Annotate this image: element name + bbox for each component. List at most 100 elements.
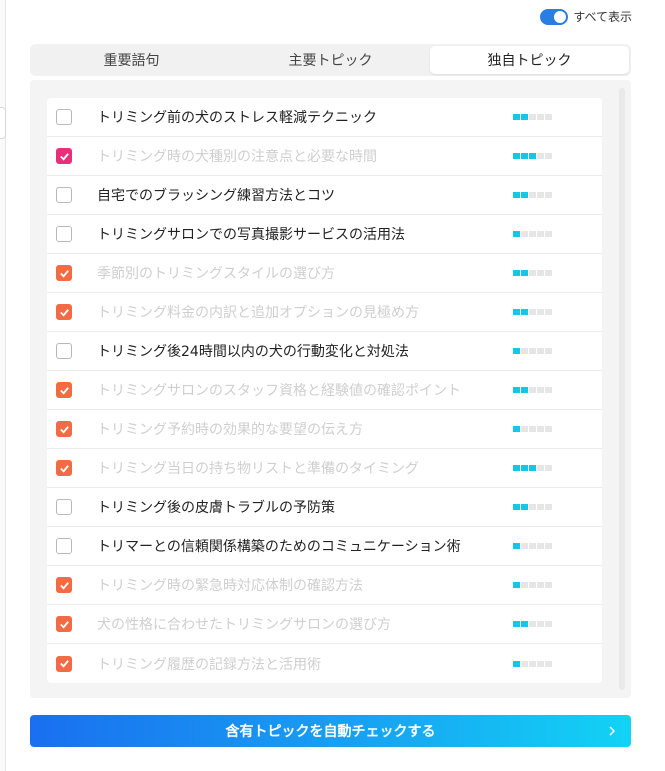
level-segment bbox=[513, 543, 520, 549]
auto-check-button[interactable]: 含有トピックを自動チェックする bbox=[30, 715, 631, 747]
check-icon bbox=[59, 620, 69, 629]
level-segment bbox=[521, 387, 528, 393]
tab-important-terms[interactable]: 重要語句 bbox=[32, 46, 231, 74]
check-icon bbox=[59, 386, 69, 395]
topic-checkbox[interactable] bbox=[56, 148, 72, 164]
level-segment bbox=[521, 465, 528, 471]
level-segment bbox=[521, 153, 528, 159]
level-segment bbox=[537, 387, 544, 393]
level-segment bbox=[521, 582, 528, 588]
tab-main-topics[interactable]: 主要トピック bbox=[231, 46, 430, 74]
topic-row[interactable]: トリミング前の犬のストレス軽減テクニック bbox=[47, 98, 602, 137]
topic-checkbox[interactable] bbox=[56, 226, 72, 242]
tab-unique-topics[interactable]: 独自トピック bbox=[430, 46, 629, 74]
level-segment bbox=[521, 270, 528, 276]
level-segment bbox=[529, 192, 536, 198]
check-icon bbox=[59, 152, 69, 161]
topic-label: トリミング時の緊急時対応体制の確認方法 bbox=[97, 578, 363, 594]
level-segment bbox=[537, 465, 544, 471]
importance-level-indicator bbox=[513, 192, 552, 198]
level-segment bbox=[513, 465, 520, 471]
importance-level-indicator bbox=[513, 153, 552, 159]
level-segment bbox=[529, 660, 536, 667]
show-all-toggle-row[interactable]: すべて表示 bbox=[540, 8, 632, 25]
level-segment bbox=[513, 504, 520, 510]
topic-label: 季節別のトリミングスタイルの選び方 bbox=[97, 266, 335, 282]
topic-row[interactable]: トリミング料金の内訳と追加オプションの見極め方 bbox=[47, 293, 602, 332]
level-segment bbox=[545, 309, 552, 315]
check-icon bbox=[59, 269, 69, 278]
level-segment bbox=[537, 426, 544, 432]
importance-level-indicator bbox=[513, 465, 552, 471]
topic-row[interactable]: トリミング時の緊急時対応体制の確認方法 bbox=[47, 566, 602, 605]
show-all-toggle[interactable] bbox=[540, 8, 569, 25]
topic-list: トリミング前の犬のストレス軽減テクニック トリミング時の犬種別の注意点と必要な時間… bbox=[47, 98, 602, 683]
level-segment bbox=[529, 426, 536, 432]
level-segment bbox=[545, 192, 552, 198]
level-segment bbox=[537, 660, 544, 667]
topic-label: トリミング後の皮膚トラブルの予防策 bbox=[97, 500, 335, 516]
level-segment bbox=[545, 621, 552, 627]
level-segment bbox=[513, 387, 520, 393]
topic-checkbox[interactable] bbox=[56, 187, 72, 203]
topic-row[interactable]: トリミングサロンでの写真撮影サービスの活用法 bbox=[47, 215, 602, 254]
importance-level-indicator bbox=[513, 309, 552, 315]
level-segment bbox=[537, 114, 544, 120]
topic-checkbox[interactable] bbox=[56, 109, 72, 125]
level-segment bbox=[537, 192, 544, 198]
level-segment bbox=[537, 270, 544, 276]
topic-row[interactable]: 自宅でのブラッシング練習方法とコツ bbox=[47, 176, 602, 215]
topic-row[interactable]: トリミング後の皮膚トラブルの予防策 bbox=[47, 488, 602, 527]
topic-row[interactable]: トリミング時の犬種別の注意点と必要な時間 bbox=[47, 137, 602, 176]
topic-row[interactable]: トリミング予約時の効果的な要望の伝え方 bbox=[47, 410, 602, 449]
topic-checkbox[interactable] bbox=[56, 343, 72, 359]
topic-row[interactable]: トリミング当日の持ち物リストと準備のタイミング bbox=[47, 449, 602, 488]
importance-level-indicator bbox=[513, 270, 552, 276]
level-segment bbox=[537, 348, 544, 354]
topic-checkbox[interactable] bbox=[56, 616, 72, 632]
importance-level-indicator bbox=[513, 231, 552, 237]
topic-row[interactable]: トリマーとの信頼関係構築のためのコミュニケーション術 bbox=[47, 527, 602, 566]
scrollbar[interactable] bbox=[619, 88, 625, 690]
topic-row[interactable]: トリミング履歴の記録方法と活用術 bbox=[47, 644, 602, 683]
importance-level-indicator bbox=[513, 387, 552, 393]
level-segment bbox=[537, 582, 544, 588]
importance-level-indicator bbox=[513, 348, 552, 354]
topic-label: 犬の性格に合わせたトリミングサロンの選び方 bbox=[97, 617, 391, 633]
level-segment bbox=[537, 543, 544, 549]
level-segment bbox=[529, 114, 536, 120]
topic-label: トリミング当日の持ち物リストと準備のタイミング bbox=[97, 461, 419, 477]
check-icon bbox=[59, 308, 69, 317]
topic-label: トリミングサロンでの写真撮影サービスの活用法 bbox=[97, 227, 405, 243]
topic-checkbox[interactable] bbox=[56, 304, 72, 320]
level-segment bbox=[513, 426, 520, 432]
level-segment bbox=[545, 387, 552, 393]
topic-row[interactable]: トリミングサロンのスタッフ資格と経験値の確認ポイント bbox=[47, 371, 602, 410]
topic-checkbox[interactable] bbox=[56, 382, 72, 398]
left-panel-handle[interactable] bbox=[0, 107, 6, 139]
topic-checkbox[interactable] bbox=[56, 538, 72, 554]
level-segment bbox=[521, 426, 528, 432]
level-segment bbox=[529, 153, 536, 159]
topic-row[interactable]: トリミング後24時間以内の犬の行動変化と対処法 bbox=[47, 332, 602, 371]
level-segment bbox=[537, 621, 544, 627]
level-segment bbox=[513, 192, 520, 198]
topic-checkbox[interactable] bbox=[56, 577, 72, 593]
topic-checkbox[interactable] bbox=[56, 499, 72, 515]
topic-list-panel: トリミング前の犬のストレス軽減テクニック トリミング時の犬種別の注意点と必要な時間… bbox=[30, 80, 631, 698]
level-segment bbox=[545, 582, 552, 588]
check-icon bbox=[59, 660, 69, 668]
topic-checkbox[interactable] bbox=[56, 460, 72, 476]
level-segment bbox=[529, 387, 536, 393]
level-segment bbox=[529, 309, 536, 315]
importance-level-indicator bbox=[513, 660, 552, 667]
topic-checkbox[interactable] bbox=[56, 655, 72, 672]
topic-label: トリミング後24時間以内の犬の行動変化と対処法 bbox=[97, 344, 409, 360]
topic-row[interactable]: 犬の性格に合わせたトリミングサロンの選び方 bbox=[47, 605, 602, 644]
topic-row[interactable]: 季節別のトリミングスタイルの選び方 bbox=[47, 254, 602, 293]
topic-checkbox[interactable] bbox=[56, 265, 72, 281]
topic-checkbox[interactable] bbox=[56, 421, 72, 437]
level-segment bbox=[545, 660, 552, 667]
level-segment bbox=[521, 231, 528, 237]
level-segment bbox=[545, 543, 552, 549]
